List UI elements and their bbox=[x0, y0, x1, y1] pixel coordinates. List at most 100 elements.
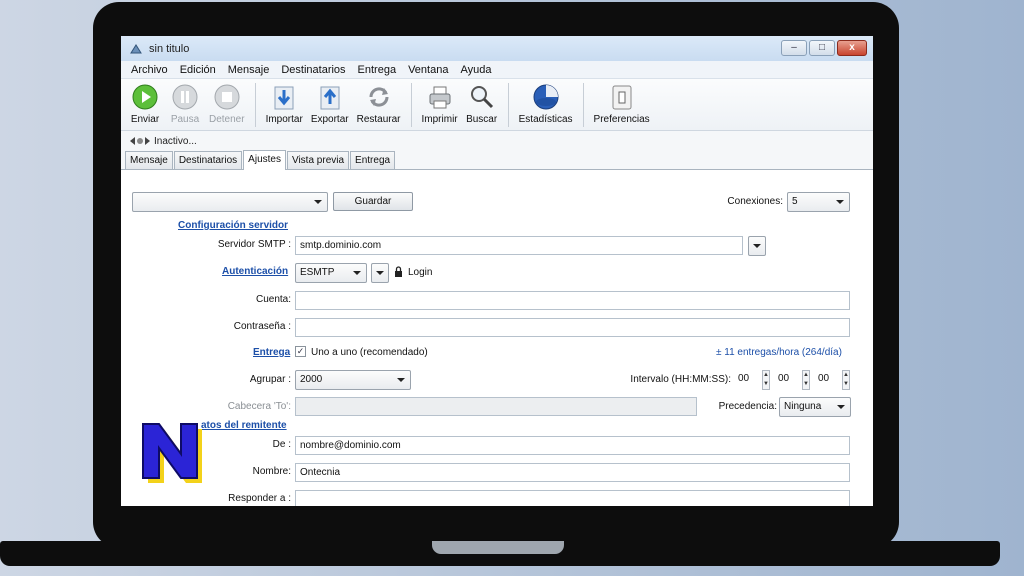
authentication-options-dropdown[interactable] bbox=[371, 263, 389, 283]
menu-item-ventana[interactable]: Ventana bbox=[408, 64, 448, 76]
to-header-label: Cabecera 'To': bbox=[227, 401, 291, 412]
group-select[interactable]: 2000 bbox=[295, 370, 411, 390]
toolbar-group: Preferencias bbox=[590, 83, 654, 125]
stop-icon bbox=[213, 83, 241, 111]
group-value: 2000 bbox=[300, 374, 323, 385]
interval-seconds-input[interactable]: 00 bbox=[814, 370, 840, 389]
chevron-down-icon bbox=[397, 378, 405, 382]
account-label: Cuenta: bbox=[255, 294, 291, 305]
tab-ajustes[interactable]: Ajustes bbox=[243, 150, 286, 170]
toolbar-button-label: Importar bbox=[265, 114, 303, 125]
status-row: Inactivo... bbox=[121, 131, 873, 151]
toolbar: Enviar Pausa Detener Importar Exportar Restau… bbox=[121, 79, 873, 131]
password-input[interactable] bbox=[295, 318, 850, 337]
toolbar-group: Estadísticas bbox=[515, 83, 577, 125]
smtp-server-dropdown[interactable] bbox=[748, 236, 766, 256]
maximize-button[interactable]: □ bbox=[809, 40, 835, 56]
toolbar-separator bbox=[254, 83, 256, 127]
toolbar-group: Imprimir Buscar bbox=[418, 83, 502, 125]
precedence-select[interactable]: Ninguna bbox=[779, 397, 851, 417]
password-label: Contraseña : bbox=[233, 321, 291, 332]
connections-value: 5 bbox=[792, 196, 798, 207]
lock-icon bbox=[395, 266, 402, 277]
app-icon bbox=[130, 43, 142, 53]
sender-section-title[interactable]: atos del remitente bbox=[201, 420, 287, 431]
precedence-value: Ninguna bbox=[784, 401, 822, 412]
tab-vista-previa[interactable]: Vista previa bbox=[286, 151, 350, 169]
authentication-select[interactable]: ESMTP bbox=[295, 263, 367, 283]
chevron-down-icon bbox=[314, 200, 322, 204]
play-button[interactable]: Enviar bbox=[125, 83, 165, 125]
reply-to-input[interactable] bbox=[295, 490, 850, 506]
menu-bar: Archivo Edición Mensaje Destinatarios Entreg… bbox=[121, 61, 873, 79]
close-button[interactable]: x bbox=[837, 40, 867, 56]
connections-select[interactable]: 5 bbox=[787, 192, 850, 212]
delivery-link[interactable]: Entrega bbox=[253, 347, 290, 358]
toolbar-button-label: Detener bbox=[209, 114, 245, 125]
restore-button[interactable]: Restaurar bbox=[353, 83, 405, 125]
reply-to-label: Responder a : bbox=[228, 493, 291, 504]
interval-minutes-stepper[interactable]: ▲ ▼ bbox=[802, 370, 810, 390]
chevron-down-icon bbox=[376, 271, 384, 275]
login-label[interactable]: Login bbox=[408, 267, 432, 278]
smtp-server-input[interactable]: smtp.dominio.com bbox=[295, 236, 743, 255]
stop-button[interactable]: Detener bbox=[205, 83, 249, 125]
import-icon bbox=[270, 83, 298, 111]
pause-button[interactable]: Pausa bbox=[165, 83, 205, 125]
name-input[interactable]: Ontecnia bbox=[295, 463, 850, 482]
tab-destinatarios[interactable]: Destinatarios bbox=[173, 151, 243, 169]
app-window: sin titulo – □ x Archivo Edición Mensaje De… bbox=[121, 36, 873, 506]
profile-select[interactable] bbox=[132, 192, 328, 212]
tab-mensaje[interactable]: Mensaje bbox=[125, 151, 173, 169]
menu-item-destinatarios[interactable]: Destinatarios bbox=[281, 64, 345, 76]
interval-seconds-stepper[interactable]: ▲ ▼ bbox=[842, 370, 850, 390]
interval-minutes-input[interactable]: 00 bbox=[774, 370, 800, 389]
preferences-icon bbox=[608, 83, 636, 111]
pause-icon bbox=[171, 83, 199, 111]
toolbar-separator bbox=[507, 83, 509, 127]
server-section-title[interactable]: Configuración servidor bbox=[178, 220, 288, 231]
group-label: Agrupar : bbox=[249, 374, 291, 385]
statistics-button[interactable]: Estadísticas bbox=[515, 83, 577, 125]
interval-hours-stepper[interactable]: ▲ ▼ bbox=[762, 370, 770, 390]
one-by-one-checkbox[interactable]: ✓ bbox=[295, 346, 306, 357]
tab-bar: Mensaje Destinatarios Ajustes Vista previa E… bbox=[121, 150, 873, 170]
save-button[interactable]: Guardar bbox=[333, 192, 413, 211]
toolbar-button-label: Pausa bbox=[170, 114, 200, 125]
n-logo-watermark bbox=[142, 423, 202, 483]
smtp-label: Servidor SMTP : bbox=[217, 239, 291, 250]
interval-hours-input[interactable]: 00 bbox=[734, 370, 760, 389]
search-button[interactable]: Buscar bbox=[462, 83, 502, 125]
connection-status-icon bbox=[130, 137, 150, 145]
menu-item-edicion[interactable]: Edición bbox=[180, 64, 216, 76]
authentication-link[interactable]: Autenticación bbox=[222, 266, 288, 277]
toolbar-button-label: Buscar bbox=[466, 114, 498, 125]
connections-label: Conexiones: bbox=[727, 196, 783, 207]
chevron-down-icon bbox=[836, 200, 844, 204]
toolbar-button-label: Restaurar bbox=[356, 114, 401, 125]
menu-item-mensaje[interactable]: Mensaje bbox=[228, 64, 270, 76]
tab-entrega[interactable]: Entrega bbox=[350, 151, 396, 169]
minimize-button[interactable]: – bbox=[781, 40, 807, 56]
menu-item-archivo[interactable]: Archivo bbox=[131, 64, 168, 76]
laptop-notch bbox=[432, 541, 564, 554]
account-input[interactable] bbox=[295, 291, 850, 310]
from-input[interactable]: nombre@dominio.com bbox=[295, 436, 850, 455]
toolbar-button-label: Exportar bbox=[310, 114, 349, 125]
status-text: Inactivo... bbox=[154, 135, 197, 147]
export-icon bbox=[316, 83, 344, 111]
preferences-button[interactable]: Preferencias bbox=[590, 83, 654, 125]
one-by-one-label: Uno a uno (recomendado) bbox=[311, 347, 428, 358]
settings-panel: Guardar Conexiones: 5 Configuración serv… bbox=[121, 189, 873, 506]
precedence-label: Precedencia: bbox=[718, 401, 777, 412]
menu-item-ayuda[interactable]: Ayuda bbox=[460, 64, 491, 76]
toolbar-separator bbox=[410, 83, 412, 127]
toolbar-button-label: Preferencias bbox=[593, 114, 650, 125]
play-icon bbox=[131, 83, 159, 111]
export-button[interactable]: Exportar bbox=[307, 83, 353, 125]
import-button[interactable]: Importar bbox=[262, 83, 307, 125]
menu-item-entrega[interactable]: Entrega bbox=[358, 64, 397, 76]
printer-button[interactable]: Imprimir bbox=[418, 83, 462, 125]
search-icon bbox=[468, 83, 496, 111]
to-header-input[interactable] bbox=[295, 397, 697, 416]
